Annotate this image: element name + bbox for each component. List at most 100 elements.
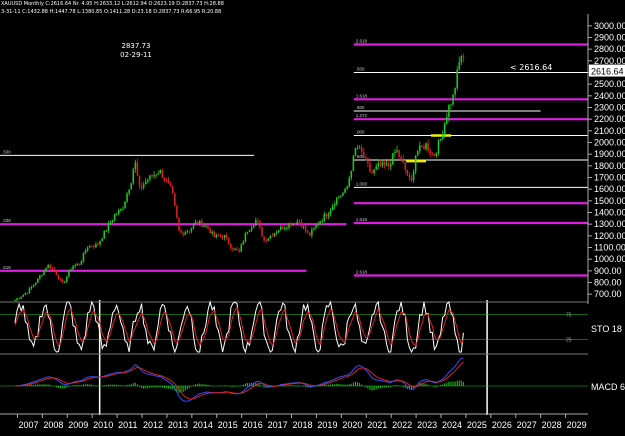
candle-body bbox=[142, 184, 145, 188]
time-tick-label: 2014 bbox=[193, 420, 213, 430]
time-tick-label: 2011 bbox=[118, 420, 137, 430]
price-tick-label: 1000.00 bbox=[594, 254, 625, 264]
candle-body bbox=[340, 195, 342, 197]
candle-body bbox=[157, 173, 159, 175]
candle-body bbox=[16, 298, 18, 301]
time-tick-label: 2027 bbox=[517, 420, 537, 430]
candle-body bbox=[188, 231, 191, 233]
candle-body bbox=[234, 248, 236, 250]
candle-body bbox=[80, 261, 83, 265]
candle-body bbox=[369, 163, 371, 172]
candle-body bbox=[429, 150, 431, 154]
candle-body bbox=[20, 296, 22, 299]
candle-body bbox=[344, 188, 346, 193]
time-axis: 2007 2008 2009 2010 2011 2012 2013 2014 2015 2016… bbox=[0, 413, 588, 430]
candle-body bbox=[43, 270, 45, 275]
candle-body bbox=[39, 275, 41, 279]
candle-body bbox=[292, 223, 294, 226]
candle-body bbox=[425, 143, 427, 150]
candle-body bbox=[321, 220, 324, 222]
candle-body bbox=[394, 151, 396, 154]
candle-body bbox=[379, 163, 382, 166]
candle-body bbox=[325, 214, 328, 217]
price-tick-label: 1400.00 bbox=[594, 208, 625, 218]
candle-body bbox=[32, 284, 35, 287]
candle-body bbox=[462, 56, 465, 58]
candle-body bbox=[354, 148, 357, 156]
candle-body bbox=[267, 238, 270, 242]
candle-body bbox=[288, 223, 290, 228]
stoch-level-label: 25 bbox=[566, 338, 572, 344]
candle-body bbox=[304, 226, 307, 232]
candle-body bbox=[115, 213, 118, 215]
candle-body bbox=[342, 192, 344, 196]
candle-body bbox=[338, 196, 340, 198]
fib-label: .500 bbox=[356, 105, 365, 110]
candle-body bbox=[282, 226, 284, 229]
candle-body bbox=[261, 227, 263, 237]
time-tick-label: 2009 bbox=[68, 420, 88, 430]
candle-body bbox=[225, 235, 228, 238]
candle-body bbox=[45, 267, 47, 271]
candle-body bbox=[90, 245, 93, 247]
candle-body bbox=[107, 223, 110, 231]
time-tick-label: 2016 bbox=[243, 420, 263, 430]
candle-body bbox=[194, 221, 197, 225]
candle-body bbox=[404, 162, 407, 170]
fib-label: 1.618 bbox=[356, 217, 368, 222]
candle-body bbox=[242, 241, 245, 245]
candle-body bbox=[371, 171, 373, 174]
fib-label: 1.000 bbox=[356, 181, 368, 186]
time-tick-label: 2007 bbox=[18, 420, 38, 430]
candle-body bbox=[275, 232, 278, 234]
candle-body bbox=[456, 69, 458, 89]
candle-body bbox=[269, 235, 272, 239]
fib-label: 1.618 bbox=[356, 93, 368, 98]
candle-body bbox=[290, 223, 292, 226]
candle-body bbox=[296, 221, 299, 225]
candle-body bbox=[153, 174, 155, 177]
candle-body bbox=[439, 138, 442, 141]
candle-body bbox=[211, 231, 213, 234]
candle-body bbox=[389, 164, 392, 167]
candle-body bbox=[294, 223, 297, 225]
price-tick-label: 1200.00 bbox=[594, 231, 625, 241]
price-tick-label: 3000.00 bbox=[594, 21, 625, 31]
fib-label: 2.618 bbox=[356, 39, 368, 44]
price-tick-label: 1900.00 bbox=[594, 149, 625, 159]
price-tick-label: 900.00 bbox=[594, 266, 622, 276]
candle-body bbox=[396, 150, 398, 152]
macd-panel: MACD 6 bbox=[0, 353, 625, 402]
candle-body bbox=[392, 153, 394, 165]
candle-body bbox=[450, 104, 452, 106]
price-tick-label: 2100.00 bbox=[594, 126, 625, 136]
fib-label: .500 bbox=[2, 149, 11, 154]
candle-body bbox=[323, 214, 326, 221]
candle-body bbox=[286, 227, 288, 229]
fib-label: .000 bbox=[356, 130, 365, 135]
price-tick-label: 1700.00 bbox=[594, 173, 625, 183]
candle-body bbox=[352, 155, 355, 171]
candle-body bbox=[51, 268, 54, 270]
candle-body bbox=[360, 147, 363, 153]
macd-line bbox=[14, 357, 464, 402]
candle-body bbox=[74, 265, 76, 267]
candle-body bbox=[217, 234, 220, 237]
candle-body bbox=[147, 179, 149, 182]
candle-body bbox=[416, 150, 419, 156]
price-tick-label: 2300.00 bbox=[594, 103, 625, 113]
candle-body bbox=[250, 227, 253, 231]
candle-body bbox=[327, 214, 330, 217]
candle-body bbox=[410, 177, 413, 181]
candle-body bbox=[423, 146, 425, 150]
stoch-level-label: 75 bbox=[566, 313, 572, 319]
candle-body bbox=[190, 228, 193, 232]
price-tick-label: 1100.00 bbox=[594, 243, 625, 253]
candle-body bbox=[61, 280, 64, 283]
candle-body bbox=[140, 186, 143, 188]
candle-body bbox=[302, 226, 305, 228]
candle-body bbox=[441, 135, 444, 139]
candle-body bbox=[437, 140, 440, 154]
candle-body bbox=[458, 62, 461, 70]
candle-body bbox=[252, 225, 255, 228]
